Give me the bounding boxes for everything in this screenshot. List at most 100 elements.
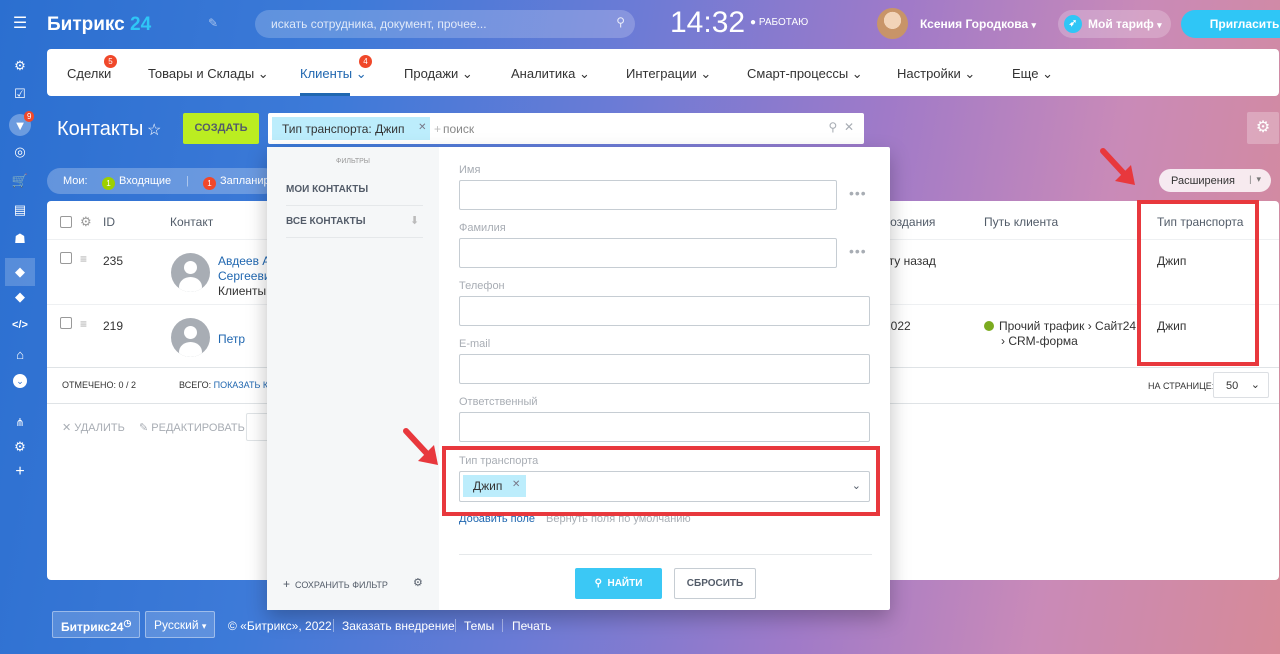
delete-button[interactable]: ✕ УДАЛИТЬ: [62, 421, 125, 434]
contact-name-link[interactable]: Петр: [218, 332, 245, 346]
transport-type-select[interactable]: Джип ✕ ⌄: [459, 471, 870, 502]
nav-smart-processes[interactable]: Смарт-процессы ⌄: [747, 66, 863, 82]
nav-sales[interactable]: Продажи ⌄: [404, 66, 473, 82]
left-sidebar: ☰ ⚙ ☑ ▼ 9 ◎ 🛒 ▤ ☗ ◆ ◆ </> ⌂ ⌄ ⋔ ⚙ +: [0, 0, 40, 654]
print-link[interactable]: Печать: [512, 619, 551, 633]
order-implementation-link[interactable]: Заказать внедрение: [342, 619, 455, 633]
nav-analytics[interactable]: Аналитика ⌄: [511, 66, 590, 82]
search-icon[interactable]: ⚲: [616, 15, 625, 29]
bank-icon[interactable]: ⌂: [11, 345, 29, 363]
counter-planned[interactable]: 1 Запланир: [203, 175, 270, 190]
user-avatar[interactable]: [877, 8, 908, 39]
logo[interactable]: Битрикс 24: [47, 14, 151, 36]
footer-logo[interactable]: Битрикс24◷: [52, 611, 141, 638]
email-input[interactable]: [459, 354, 870, 384]
filter-settings-gear-icon[interactable]: ⚙: [413, 576, 423, 589]
annotation-arrow: [1100, 148, 1135, 185]
search-icon[interactable]: ⚲: [828, 120, 837, 134]
name-input[interactable]: [459, 180, 837, 210]
client-path: Прочий трафик › Сайт24: [984, 319, 1136, 333]
robot-icon[interactable]: ☗: [11, 230, 29, 248]
save-filter-button[interactable]: + СОХРАНИТЬ ФИЛЬТР: [283, 577, 388, 591]
structure-icon[interactable]: ⋔: [11, 413, 29, 431]
chevron-down-icon: ⌄: [851, 66, 863, 81]
target-icon[interactable]: ◎: [11, 143, 29, 161]
chevron-down-icon: ⌄: [257, 66, 269, 81]
chevron-down-icon[interactable]: | ▾: [1249, 174, 1261, 185]
cart-icon[interactable]: 🛒: [11, 172, 29, 190]
code-icon[interactable]: </>: [11, 316, 29, 334]
edit-pencil-icon[interactable]: ✎: [208, 16, 218, 30]
row-checkbox[interactable]: [60, 317, 72, 329]
page-settings-gear-icon[interactable]: ⚙: [1247, 112, 1279, 144]
clock[interactable]: 14:32: [670, 6, 745, 40]
phone-input[interactable]: [459, 296, 870, 326]
row-checkbox[interactable]: [60, 252, 72, 264]
filter-search-bar[interactable]: Тип транспорта: Джип ✕ + поиск ⚲ ✕: [268, 113, 864, 144]
add-icon[interactable]: +: [11, 463, 29, 481]
more-down-icon[interactable]: ⌄: [13, 374, 27, 388]
responsible-input[interactable]: [459, 412, 870, 442]
drag-handle-icon[interactable]: ≡: [80, 317, 87, 331]
column-transport-type[interactable]: Тип транспорта: [1157, 215, 1243, 229]
chevron-down-icon[interactable]: ⌄: [852, 479, 861, 492]
find-button[interactable]: ⚲ НАЙТИ: [575, 568, 662, 599]
counters-panel: Мои: 1 Входящие | 1 Запланир: [47, 168, 277, 194]
total-label: ВСЕГО:: [179, 380, 212, 390]
global-search-input[interactable]: искать сотрудника, документ, прочее... ⚲: [255, 10, 635, 38]
lastname-input[interactable]: [459, 238, 837, 268]
box-icon[interactable]: ◆: [5, 258, 35, 286]
filter-presets-panel: ФИЛЬТРЫ МОИ КОНТАКТЫ ВСЕ КОНТАКТЫ ⬇ + СО…: [267, 147, 439, 610]
close-icon[interactable]: ✕: [512, 479, 520, 490]
preset-my-contacts[interactable]: МОИ КОНТАКТЫ: [286, 184, 368, 195]
menu-icon[interactable]: ☰: [11, 14, 29, 32]
column-contact[interactable]: Контакт: [170, 215, 213, 229]
create-button[interactable]: СОЗДАТЬ: [183, 113, 259, 144]
per-page-value: 50: [1226, 380, 1239, 392]
drag-handle-icon[interactable]: ≡: [80, 252, 87, 266]
themes-link[interactable]: Темы: [464, 619, 494, 633]
invite-button[interactable]: Пригласить ▾: [1181, 10, 1280, 38]
crm-menu: Сделки 5 Товары и Склады ⌄ Клиенты ⌄ 4 П…: [47, 49, 1279, 96]
more-dots-icon[interactable]: •••: [849, 185, 867, 201]
counter-incoming[interactable]: 1 Входящие: [102, 175, 171, 190]
nav-deals[interactable]: Сделки: [67, 66, 111, 81]
nav-integrations[interactable]: Интеграции ⌄: [626, 66, 711, 82]
show-count-link[interactable]: ПОКАЗАТЬ КО: [214, 380, 275, 390]
nav-more[interactable]: Еще ⌄: [1012, 66, 1053, 82]
user-menu[interactable]: Ксения Городкова ▾: [920, 17, 1036, 31]
invite-label: Пригласить: [1209, 17, 1280, 31]
filter-search-input[interactable]: поиск: [443, 122, 474, 136]
settings-icon[interactable]: ⚙: [11, 438, 29, 456]
preset-all-contacts[interactable]: ВСЕ КОНТАКТЫ: [286, 216, 366, 227]
tasks-icon[interactable]: ☑: [11, 85, 29, 103]
reset-button[interactable]: СБРОСИТЬ: [674, 568, 756, 599]
close-icon[interactable]: ✕: [844, 120, 854, 134]
contact-card-icon[interactable]: ▤: [11, 201, 29, 219]
tariff-button[interactable]: ➶ Мой тариф ▾: [1058, 10, 1171, 38]
extensions-label: Расширения: [1171, 175, 1235, 187]
edit-button[interactable]: ✎ РЕДАКТИРОВАТЬ: [139, 421, 245, 434]
restore-default-fields-link[interactable]: Вернуть поля по умолчанию: [546, 513, 691, 525]
nav-clients[interactable]: Клиенты ⌄: [300, 66, 367, 82]
per-page-select[interactable]: 50 ⌄: [1213, 372, 1269, 398]
close-icon[interactable]: ✕: [418, 122, 426, 133]
column-created[interactable]: создания: [884, 215, 935, 229]
work-status[interactable]: ● РАБОТАЮ: [750, 17, 808, 28]
grid-settings-gear-icon[interactable]: ⚙: [80, 214, 92, 230]
language-select[interactable]: Русский ▾: [145, 611, 216, 638]
nav-settings[interactable]: Настройки ⌄: [897, 66, 975, 82]
pin-icon[interactable]: ⬇: [410, 214, 419, 227]
nav-goods-warehouses[interactable]: Товары и Склады ⌄: [148, 66, 269, 82]
filter-tag[interactable]: Тип транспорта: Джип ✕: [272, 117, 431, 140]
package-icon[interactable]: ◆: [11, 288, 29, 306]
star-icon[interactable]: ☆: [147, 120, 161, 140]
column-client-path[interactable]: Путь клиента: [984, 215, 1058, 229]
add-field-link[interactable]: Добавить поле: [459, 513, 535, 525]
transport-value-tag[interactable]: Джип ✕: [463, 475, 527, 497]
extensions-button[interactable]: Расширения | ▾: [1159, 169, 1271, 192]
select-all-checkbox[interactable]: [60, 216, 72, 228]
more-dots-icon[interactable]: •••: [849, 243, 867, 259]
column-id[interactable]: ID: [103, 215, 115, 229]
feed-icon[interactable]: ⚙: [11, 57, 29, 75]
